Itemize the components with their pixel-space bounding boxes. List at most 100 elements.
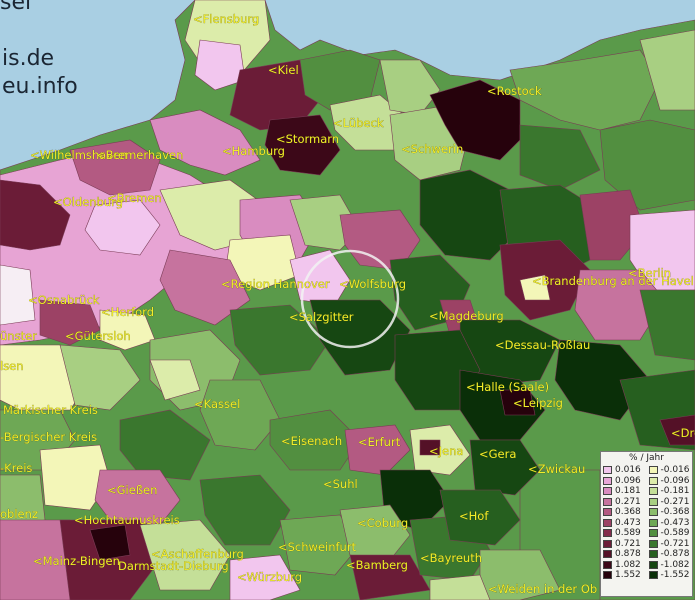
legend-swatch [603, 466, 612, 475]
legend-entry-positive: 0.181 [601, 486, 647, 497]
legend-entry-positive: 0.016 [601, 465, 647, 476]
legend-value: 1.552 [615, 570, 641, 580]
legend-value: 0.878 [615, 549, 641, 559]
legend-value: -0.096 [660, 475, 690, 486]
legend-value: -1.552 [660, 570, 690, 580]
legend-swatch [648, 539, 658, 548]
legend-row: 0.589 -0.589 [601, 528, 692, 539]
watermark-line: sel [0, 0, 32, 15]
legend-rows: 0.016 -0.016 0.096 -0.096 0.181 -0.181 0.271 -0… [601, 465, 692, 581]
legend-value: 0.096 [615, 475, 641, 486]
legend-entry-positive: 0.096 [601, 476, 647, 487]
legend-entry-negative: -0.721 [647, 539, 693, 550]
legend-value: -0.016 [660, 465, 690, 475]
legend-value: -0.181 [660, 486, 690, 496]
legend-value: -1.082 [660, 559, 690, 570]
legend-swatch [648, 497, 658, 506]
legend-entry-positive: 0.878 [601, 549, 647, 560]
city-label: <Salzgitter [289, 310, 354, 324]
choropleth-map: <Flensburg <Kiel <Rostock <Lübeck <Storm… [0, 0, 695, 600]
legend-entry-negative: -0.473 [647, 518, 693, 529]
legend-row: 0.473 -0.473 [601, 518, 692, 529]
city-label: <Eisenach [281, 434, 342, 448]
city-label: <Bayreuth [420, 551, 482, 565]
legend-swatch [648, 508, 658, 517]
legend-entry-positive: 0.271 [601, 497, 647, 508]
city-label: <Weiden in der Ob [488, 582, 597, 596]
watermark-line: is.de [2, 46, 55, 71]
legend-row: 0.368 -0.368 [601, 507, 692, 518]
legend-value: 1.082 [615, 559, 641, 570]
city-label: <Hof [459, 509, 489, 523]
city-label: <Coburg [357, 516, 408, 530]
city-label: <Schwerin [401, 142, 463, 156]
city-label: Märkischer Kreis [3, 403, 98, 417]
legend-value: 0.271 [615, 496, 641, 507]
legend-entry-negative: -0.878 [647, 549, 693, 560]
city-label: <Oldenburg [53, 195, 123, 209]
legend-entry-negative: -0.016 [647, 465, 693, 476]
city-label: <Erfurt [358, 435, 401, 449]
city-label: <Halle (Saale) [466, 380, 549, 394]
city-label: <Mainz-Bingen [33, 554, 120, 568]
legend-title: % / Jahr [629, 453, 664, 463]
city-label: <Suhl [323, 477, 358, 491]
legend-swatch [603, 529, 612, 538]
legend-swatch [603, 508, 612, 517]
legend-row: 0.096 -0.096 [601, 476, 692, 487]
legend-row: 0.016 -0.016 [601, 465, 692, 476]
legend-swatch [648, 476, 658, 485]
legend-swatch [648, 550, 658, 559]
city-label: <Wolfsburg [339, 277, 406, 291]
city-label: <Schweinfurt [278, 540, 357, 554]
city-label: <Würzburg [237, 570, 302, 584]
city-label: <Dre [671, 426, 695, 440]
legend-swatch [603, 560, 612, 569]
legend-row: 0.721 -0.721 [601, 539, 692, 550]
city-label: <Hamburg [222, 144, 285, 158]
city-label: <Magdeburg [429, 309, 504, 323]
legend-row: 1.552 -1.552 [601, 570, 692, 581]
legend-entry-negative: -0.589 [647, 528, 693, 539]
legend-swatch [648, 560, 658, 569]
legend-value: -0.368 [660, 507, 690, 517]
city-label: <Jena [429, 444, 463, 458]
legend-entry-positive: 0.721 [601, 539, 647, 550]
legend-swatch [603, 476, 612, 485]
city-label: <Gütersloh [65, 329, 131, 343]
city-label: oblenz [0, 507, 38, 521]
legend-swatch [648, 518, 658, 527]
city-label: <Herford [101, 305, 154, 319]
legend-swatch [648, 529, 658, 538]
legend-value: -0.721 [660, 538, 690, 549]
city-label: <Gera [479, 447, 516, 461]
legend-entry-negative: -0.096 [647, 476, 693, 487]
city-label: <Kiel [268, 63, 299, 77]
legend-entry-positive: 0.368 [601, 507, 647, 518]
legend-entry-positive: 0.473 [601, 518, 647, 529]
legend-row: 0.878 -0.878 [601, 549, 692, 560]
legend-swatch [648, 571, 658, 580]
city-label: <Hochtaunuskreis [74, 513, 180, 527]
legend-entry-negative: -0.271 [647, 497, 693, 508]
legend-value: -0.473 [660, 517, 690, 528]
legend-value: 0.368 [615, 507, 641, 517]
city-label: <Bremerhaven [96, 148, 183, 162]
legend-value: -0.878 [660, 549, 690, 559]
legend-row: 0.181 -0.181 [601, 486, 692, 497]
legend-entry-negative: -0.181 [647, 486, 693, 497]
legend-entry-negative: -0.368 [647, 507, 693, 518]
city-label: <Region Hannover [221, 277, 330, 291]
legend-value: 0.016 [615, 465, 641, 475]
legend: % / Jahr 0.016 -0.016 0.096 -0.096 0.181 -0.1… [600, 451, 693, 597]
legend-swatch [603, 539, 612, 548]
legend-entry-positive: 0.589 [601, 528, 647, 539]
legend-value: 0.473 [615, 517, 641, 528]
legend-swatch [603, 497, 612, 506]
legend-value: 0.181 [615, 486, 641, 496]
city-label: -Bergischer Kreis [0, 430, 97, 444]
legend-swatch [648, 487, 658, 496]
city-label: <Gießen [107, 483, 157, 497]
legend-entry-negative: -1.552 [647, 570, 693, 581]
city-label: <Kassel [194, 397, 240, 411]
